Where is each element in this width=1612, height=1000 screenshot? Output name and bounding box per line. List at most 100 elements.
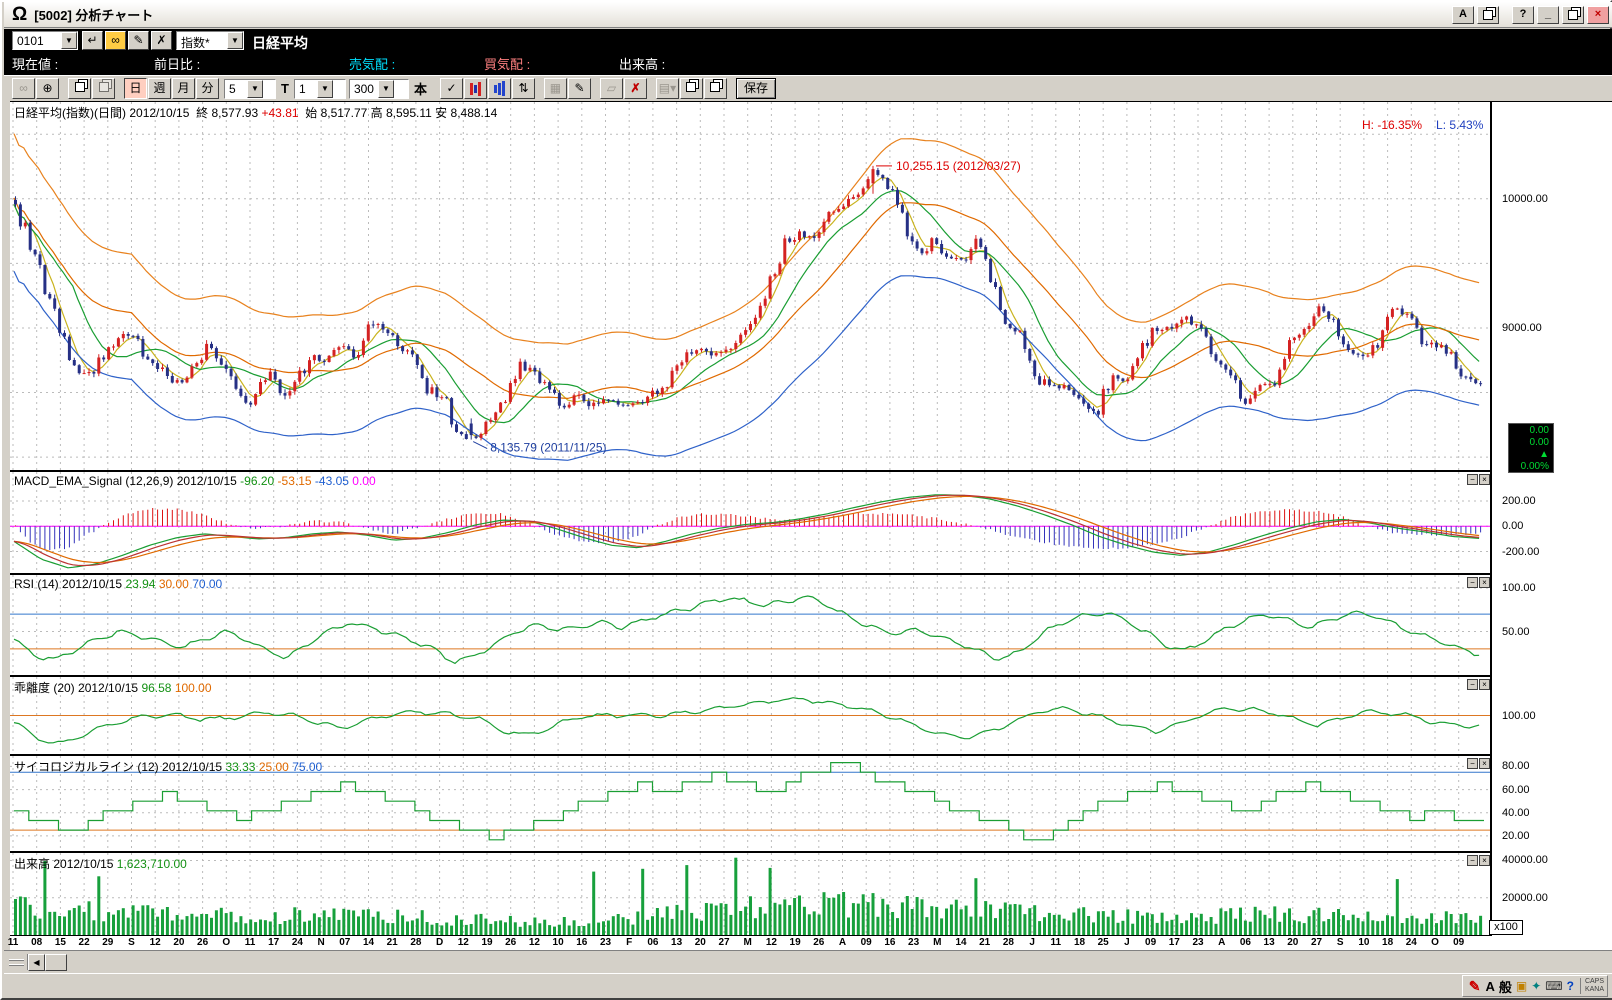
eraser-icon-button[interactable]: ▱ bbox=[600, 78, 623, 99]
ime-help-icon[interactable]: ? bbox=[1567, 979, 1574, 993]
panel-minimize-button[interactable]: − bbox=[1467, 474, 1478, 485]
kairi-name: 乖離度 (20) bbox=[14, 681, 75, 695]
sort-arrows-icon-button[interactable]: ⇅ bbox=[512, 78, 535, 99]
x-axis-tick-label: 28 bbox=[1003, 937, 1014, 948]
copy-page-button[interactable] bbox=[92, 78, 115, 99]
x-axis-tick-label: 21 bbox=[979, 937, 990, 948]
panel-close-button[interactable]: × bbox=[1479, 577, 1490, 588]
load-page-button[interactable] bbox=[704, 78, 727, 99]
x-axis-tick-label: 17 bbox=[1169, 937, 1180, 948]
x-axis-tick-label: 24 bbox=[292, 937, 303, 948]
new-page-button[interactable] bbox=[68, 78, 91, 99]
panel-close-button[interactable]: × bbox=[1479, 474, 1490, 485]
volume-axis-label: 40000.00 bbox=[1502, 854, 1548, 866]
close-button[interactable]: × bbox=[1587, 6, 1609, 24]
price-chart-panel[interactable]: 10,255.15 (2012/03/27)8,135.79 (2011/11/… bbox=[10, 102, 1492, 470]
chevron-down-icon[interactable]: ▼ bbox=[247, 80, 263, 98]
volume-value: 1,623,710.00 bbox=[117, 857, 187, 871]
panel-close-button[interactable]: × bbox=[1479, 855, 1490, 866]
minutes-combo[interactable]: 5▼ bbox=[224, 79, 276, 99]
line-chart-icon-button[interactable]: ✓ bbox=[440, 78, 463, 99]
font-size-button[interactable]: A bbox=[1452, 6, 1474, 24]
save-page-button[interactable] bbox=[680, 78, 703, 99]
title-bar[interactable]: Ω [5002] 分析チャート A ? _ × bbox=[4, 2, 1612, 28]
quote-percent: 0.00% bbox=[1521, 461, 1549, 472]
binoculars-icon-button[interactable]: ∞ bbox=[12, 78, 35, 99]
kairi-panel[interactable] bbox=[10, 677, 1492, 754]
period-month-button[interactable]: 月 bbox=[172, 78, 195, 99]
ime-mode-han[interactable]: 般 bbox=[1499, 977, 1512, 996]
bar-chart-icon-button[interactable] bbox=[488, 78, 511, 99]
enter-button[interactable]: ↵ bbox=[82, 31, 103, 50]
edit-memo-button[interactable]: ✎ bbox=[128, 31, 149, 50]
keyboard-icon[interactable]: ⌨ bbox=[1545, 979, 1562, 993]
analysis-chart-window: Ω [5002] 分析チャート A ? _ × 0101 ▼ ↵ ∞ ✎ ✗ 指… bbox=[0, 0, 1612, 1000]
window-title: [5002] 分析チャート bbox=[34, 5, 153, 24]
psych-panel-controls: −× bbox=[1467, 758, 1490, 769]
quote-banner: 0101 ▼ ↵ ∞ ✎ ✗ 指数* ▼ 日経平均 現在値 : 前日比 : 売気… bbox=[4, 29, 1612, 75]
symbol-code-value: 0101 bbox=[13, 32, 61, 49]
chevron-down-icon[interactable]: ▼ bbox=[227, 32, 243, 49]
chevron-down-icon[interactable]: ▼ bbox=[317, 80, 333, 98]
layout-dropdown-button[interactable]: ▤▾ bbox=[656, 78, 679, 99]
period-minute-button[interactable]: 分 bbox=[196, 78, 219, 99]
panel-minimize-button[interactable]: − bbox=[1467, 577, 1478, 588]
volume-panel[interactable] bbox=[10, 853, 1492, 935]
panel-minimize-button[interactable]: − bbox=[1467, 855, 1478, 866]
x-axis-tick-label: 25 bbox=[1098, 937, 1109, 948]
save-button[interactable]: 保存 bbox=[736, 78, 776, 99]
candle-icon bbox=[478, 82, 481, 96]
period-day-button[interactable]: 日 bbox=[124, 78, 147, 99]
app-icon: Ω bbox=[12, 5, 27, 25]
clear-button[interactable]: ✗ bbox=[151, 31, 172, 50]
x-axis-tick-label: 16 bbox=[884, 937, 895, 948]
ime-dictionary-icon[interactable]: ▣ bbox=[1516, 979, 1527, 993]
panel-minimize-button[interactable]: − bbox=[1467, 758, 1478, 769]
help-button[interactable]: ? bbox=[1512, 6, 1534, 24]
period-week-button[interactable]: 週 bbox=[148, 78, 171, 99]
plot-right-border bbox=[1490, 102, 1492, 936]
psych-axis-label: 40.00 bbox=[1502, 807, 1530, 819]
symbol-code-combo[interactable]: 0101 ▼ bbox=[12, 31, 78, 50]
zoom-icon-button[interactable]: ⊕ bbox=[36, 78, 59, 99]
duplicate-window-button[interactable] bbox=[1477, 6, 1499, 24]
delete-icon-button[interactable]: ✗ bbox=[624, 78, 647, 99]
splitter-grip[interactable] bbox=[6, 954, 28, 970]
price-title: 日経平均(指数)(日間) bbox=[14, 106, 126, 120]
restore-button[interactable] bbox=[1562, 6, 1584, 24]
rsi-panel-header: RSI (14) 2012/10/15 23.94 30.00 70.00 bbox=[14, 577, 222, 591]
price-axis-label: 10000.00 bbox=[1502, 193, 1548, 205]
index-type-combo[interactable]: 指数* ▼ bbox=[176, 31, 244, 50]
panel-minimize-button[interactable]: − bbox=[1467, 679, 1478, 690]
candlestick-icon-button[interactable] bbox=[464, 78, 487, 99]
panel-close-button[interactable]: × bbox=[1479, 758, 1490, 769]
x-axis-tick-label: 14 bbox=[955, 937, 966, 948]
rsi-name: RSI (14) bbox=[14, 577, 59, 591]
kairi-panel-controls: −× bbox=[1467, 679, 1490, 690]
panel-divider bbox=[10, 851, 1492, 853]
panel-close-button[interactable]: × bbox=[1479, 679, 1490, 690]
scrollbar-thumb[interactable] bbox=[45, 954, 67, 971]
chevron-down-icon[interactable]: ▼ bbox=[378, 80, 394, 98]
bar-count-combo[interactable]: 300▼ bbox=[349, 79, 409, 99]
ime-pen-icon[interactable]: ✎ bbox=[1469, 978, 1481, 995]
x-axis-tick-label: 09 bbox=[861, 937, 872, 948]
binoculars-search-button[interactable]: ∞ bbox=[105, 31, 126, 50]
x-axis-tick-label: 17 bbox=[268, 937, 279, 948]
grid-icon-button[interactable]: ▦ bbox=[544, 78, 567, 99]
x-axis-tick-label: D bbox=[436, 937, 443, 948]
candle-icon bbox=[474, 85, 477, 93]
ime-tools-icon[interactable]: ✦ bbox=[1531, 979, 1541, 993]
rsi-panel[interactable] bbox=[10, 575, 1492, 675]
pencil-icon-button[interactable]: ✎ bbox=[568, 78, 591, 99]
buy-quote-label: 買気配 : bbox=[484, 54, 530, 73]
unit-combo[interactable]: 1▼ bbox=[294, 79, 346, 99]
x-axis-tick-label: 11 bbox=[245, 937, 256, 948]
ime-mode-a[interactable]: A bbox=[1485, 979, 1494, 994]
macd-panel-controls: −× bbox=[1467, 474, 1490, 485]
chevron-down-icon[interactable]: ▼ bbox=[61, 32, 77, 49]
minimize-button[interactable]: _ bbox=[1537, 6, 1559, 24]
scroll-left-button[interactable]: ◀ bbox=[28, 954, 45, 971]
x-axis-tick-label: 12 bbox=[150, 937, 161, 948]
status-bar: ✎ A 般 ▣ ✦ ⌨ ? CAPS KANA bbox=[4, 973, 1612, 998]
